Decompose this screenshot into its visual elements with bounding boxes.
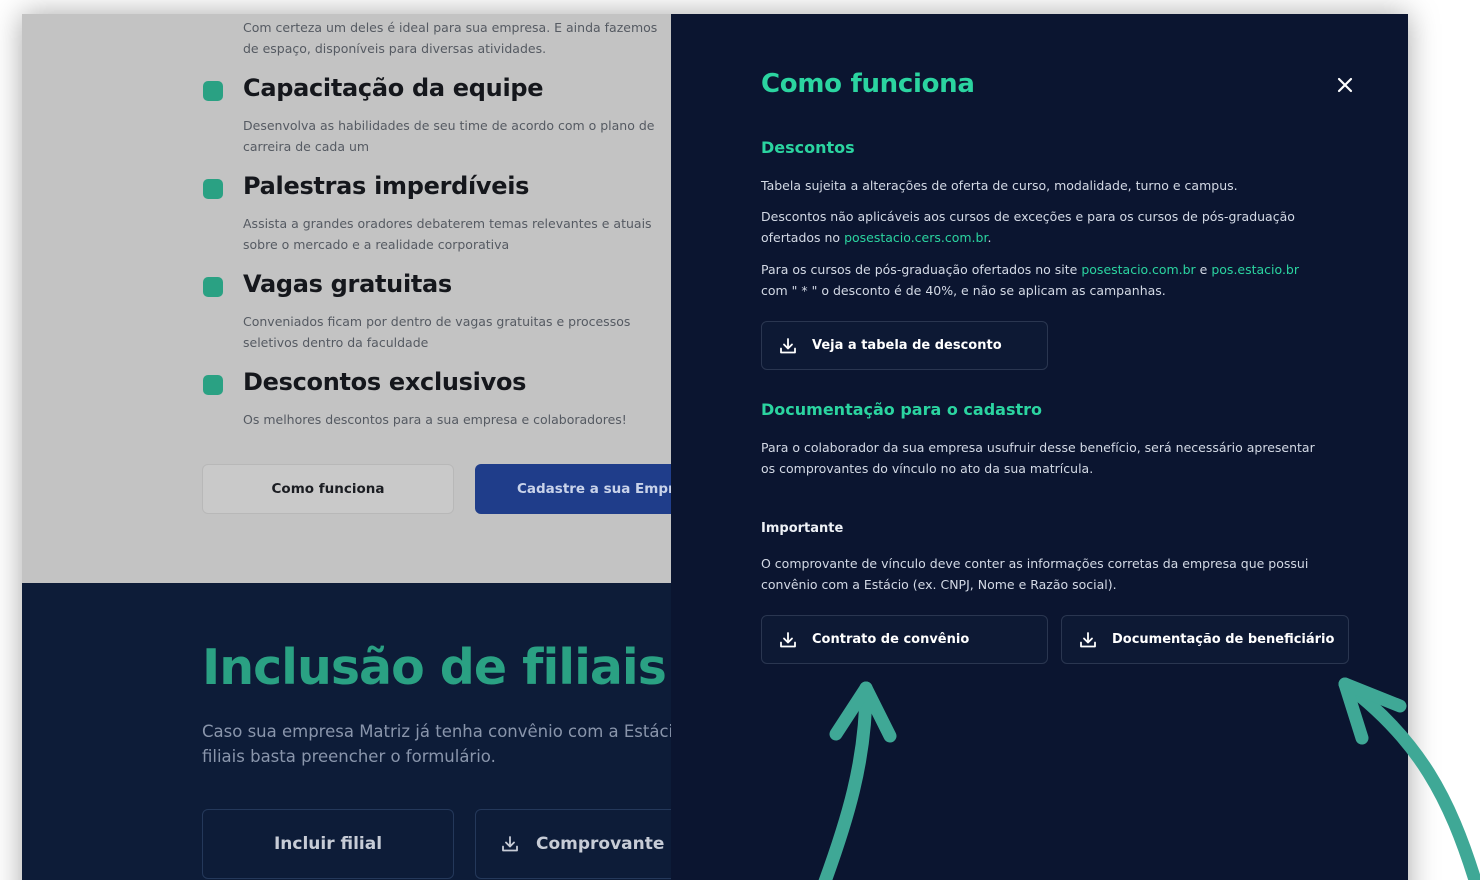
tabela-desconto-label: Veja a tabela de desconto — [812, 338, 1002, 353]
importante-heading: Importante — [761, 521, 844, 536]
background-page: Com certeza um deles é ideal para sua em… — [22, 14, 671, 880]
download-icon — [778, 630, 798, 650]
download-icon — [1078, 630, 1098, 650]
screenshot-stage: Com certeza um deles é ideal para sua em… — [0, 0, 1480, 880]
como-funciona-drawer: Como funciona Descontos Tabela sujeita a… — [671, 14, 1408, 880]
pos-estacio-link[interactable]: pos.estacio.br — [1211, 262, 1299, 277]
documentacao-beneficiario-button[interactable]: Documentação de beneficiário — [1061, 615, 1349, 664]
descontos-note: Tabela sujeita a alterações de oferta de… — [761, 178, 1238, 193]
importante-text: O comprovante de vínculo deve conter as … — [761, 556, 1309, 592]
contrato-convenio-label: Contrato de convênio — [812, 632, 970, 647]
modal-overlay[interactable] — [22, 14, 671, 880]
close-button[interactable] — [1332, 72, 1358, 98]
documentacao-heading: Documentação para o cadastro — [761, 400, 1043, 419]
browser-page: Com certeza um deles é ideal para sua em… — [22, 14, 1408, 880]
contrato-convenio-button[interactable]: Contrato de convênio — [761, 615, 1048, 664]
pos-end: com " * " o desconto é de 40%, e não se … — [761, 283, 1166, 298]
descontos-heading: Descontos — [761, 138, 855, 157]
download-icon — [778, 336, 798, 356]
close-icon — [1337, 77, 1353, 93]
descontos-exceptions: Descontos não aplicáveis aos cursos de e… — [761, 206, 1321, 248]
documentacao-beneficiario-label: Documentação de beneficiário — [1112, 632, 1335, 647]
documentacao-text: Para o colaborador da sua empresa usufru… — [761, 440, 1315, 476]
pos-mid: e — [1195, 262, 1212, 277]
exceptions-text: Descontos não aplicáveis aos cursos de e… — [761, 209, 1295, 245]
drawer-title: Como funciona — [761, 69, 975, 99]
descontos-pos: Para os cursos de pós-graduação ofertado… — [761, 259, 1321, 301]
posestacio-link[interactable]: posestacio.com.br — [1081, 262, 1195, 277]
tabela-desconto-button[interactable]: Veja a tabela de desconto — [761, 321, 1048, 370]
posestacio-cers-link[interactable]: posestacio.cers.com.br — [844, 230, 987, 245]
pos-text: Para os cursos de pós-graduação ofertado… — [761, 262, 1082, 277]
exceptions-end: . — [987, 230, 992, 245]
